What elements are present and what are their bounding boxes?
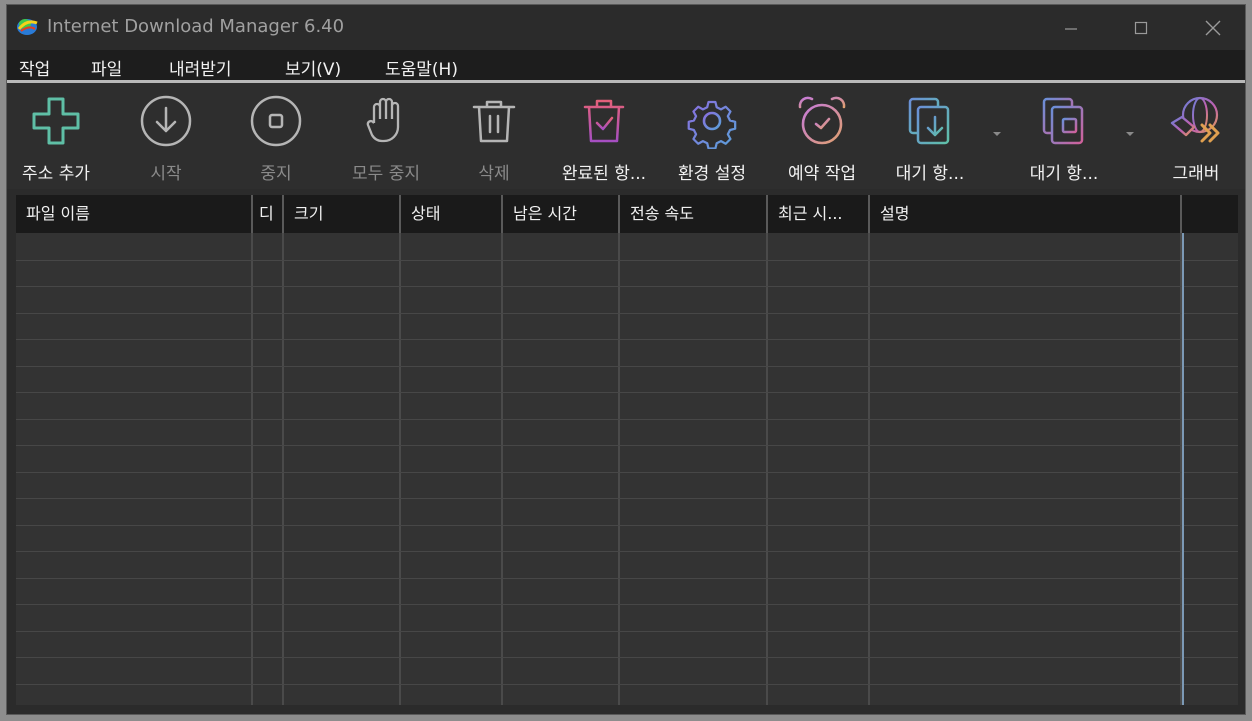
column-description[interactable]: 설명 <box>870 195 1180 233</box>
delete-button[interactable]: 삭제 <box>453 89 535 185</box>
row-divider <box>16 392 1238 393</box>
queue-start-icon <box>908 97 950 145</box>
menu-file[interactable]: 파일 <box>91 55 122 80</box>
grabber-button[interactable]: 그래버 <box>1155 89 1237 185</box>
row-divider <box>16 313 1238 314</box>
row-divider <box>16 684 1238 685</box>
plus-icon <box>32 97 80 145</box>
stop-all-button[interactable]: 모두 중지 <box>345 89 427 185</box>
delete-completed-button[interactable]: 완료된 항... <box>562 89 646 185</box>
row-divider <box>16 339 1238 340</box>
delete-label: 삭제 <box>478 164 510 184</box>
row-divider <box>16 286 1238 287</box>
title-bar[interactable]: Internet Download Manager 6.40 <box>7 5 1245 50</box>
grabber-icon <box>1170 96 1220 143</box>
close-icon <box>1205 20 1221 36</box>
close-button[interactable] <box>1193 13 1233 43</box>
maximize-button[interactable] <box>1121 13 1161 43</box>
start-button[interactable]: 시작 <box>125 89 207 185</box>
delete-completed-label: 완료된 항... <box>561 164 647 184</box>
stop-queue-label: 대기 항... <box>1029 164 1099 184</box>
alarm-clock-icon <box>798 96 846 145</box>
menu-bar: 작업 파일 내려받기 보기(V) 도움말(H) <box>7 50 1245 83</box>
row-divider <box>16 445 1238 446</box>
column-di[interactable]: 디 <box>253 195 282 233</box>
menu-view[interactable]: 보기(V) <box>285 55 341 80</box>
column-separator <box>282 233 284 705</box>
scheduler-button[interactable]: 예약 작업 <box>781 89 863 185</box>
stop-all-label: 모두 중지 <box>352 164 420 184</box>
column-time-left[interactable]: 남은 시간 <box>503 195 618 233</box>
idm-logo-icon <box>17 19 38 35</box>
grabber-label: 그래버 <box>1172 164 1220 184</box>
stop-queue-dropdown-icon[interactable] <box>1125 129 1135 139</box>
header-separator[interactable] <box>868 195 870 233</box>
trash-icon <box>472 100 516 143</box>
column-separator <box>501 233 503 705</box>
stop-circle-icon <box>250 95 302 147</box>
column-separator <box>251 233 253 705</box>
start-label: 시작 <box>150 164 182 184</box>
menu-download[interactable]: 내려받기 <box>169 55 232 80</box>
row-divider <box>16 578 1238 579</box>
row-divider <box>16 419 1238 420</box>
add-url-button[interactable]: 주소 추가 <box>15 89 97 185</box>
list-header: 파일 이름 디 크기 상태 남은 시간 전송 속도 최근 시... 설명 <box>16 195 1238 233</box>
queue-stop-icon <box>1042 97 1084 145</box>
column-last-try[interactable]: 최근 시... <box>768 195 868 233</box>
column-extra[interactable] <box>1182 195 1238 233</box>
minimize-icon <box>1065 28 1077 30</box>
row-divider <box>16 604 1238 605</box>
row-divider <box>16 551 1238 552</box>
hand-icon <box>366 97 400 143</box>
window-title: Internet Download Manager 6.40 <box>47 16 345 37</box>
main-window: Internet Download Manager 6.40 작업 파일 내려받… <box>7 5 1245 714</box>
column-status[interactable]: 상태 <box>401 195 501 233</box>
stop-button[interactable]: 중지 <box>235 89 317 185</box>
add-url-label: 주소 추가 <box>22 164 90 184</box>
row-divider <box>16 525 1238 526</box>
gear-icon <box>687 100 737 149</box>
maximize-icon <box>1134 21 1148 35</box>
scheduler-label: 예약 작업 <box>788 164 856 184</box>
row-divider <box>16 498 1238 499</box>
header-separator[interactable] <box>618 195 620 233</box>
trash-check-icon <box>583 99 625 143</box>
stop-queue-button[interactable]: 대기 항... <box>1023 89 1105 185</box>
column-separator <box>766 233 768 705</box>
header-separator[interactable] <box>766 195 768 233</box>
start-queue-dropdown-icon[interactable] <box>992 129 1002 139</box>
header-separator[interactable] <box>1180 195 1182 233</box>
row-divider <box>16 260 1238 261</box>
header-separator[interactable] <box>399 195 401 233</box>
column-transfer-rate[interactable]: 전송 속도 <box>620 195 766 233</box>
header-separator[interactable] <box>501 195 503 233</box>
column-resize-indicator <box>1182 233 1184 705</box>
stop-label: 중지 <box>260 164 292 184</box>
menu-task[interactable]: 작업 <box>19 55 50 80</box>
row-divider <box>16 472 1238 473</box>
column-file-name[interactable]: 파일 이름 <box>16 195 251 233</box>
column-size[interactable]: 크기 <box>284 195 399 233</box>
download-circle-icon <box>140 95 192 147</box>
column-separator <box>399 233 401 705</box>
header-separator[interactable] <box>251 195 253 233</box>
download-list[interactable]: 파일 이름 디 크기 상태 남은 시간 전송 속도 최근 시... 설명 <box>16 195 1238 705</box>
start-queue-button[interactable]: 대기 항... <box>889 89 971 185</box>
column-separator <box>868 233 870 705</box>
toolbar: 주소 추가 시작 중지 모두 중지 삭제 완료된 항... 환경 설정 예약 작… <box>7 83 1245 189</box>
options-label: 환경 설정 <box>678 164 746 184</box>
minimize-button[interactable] <box>1051 13 1091 43</box>
header-separator[interactable] <box>282 195 284 233</box>
start-queue-label: 대기 항... <box>895 164 965 184</box>
options-button[interactable]: 환경 설정 <box>671 89 753 185</box>
row-divider <box>16 366 1238 367</box>
row-divider <box>16 631 1238 632</box>
column-separator <box>618 233 620 705</box>
menu-help[interactable]: 도움말(H) <box>385 55 458 80</box>
row-divider <box>16 657 1238 658</box>
